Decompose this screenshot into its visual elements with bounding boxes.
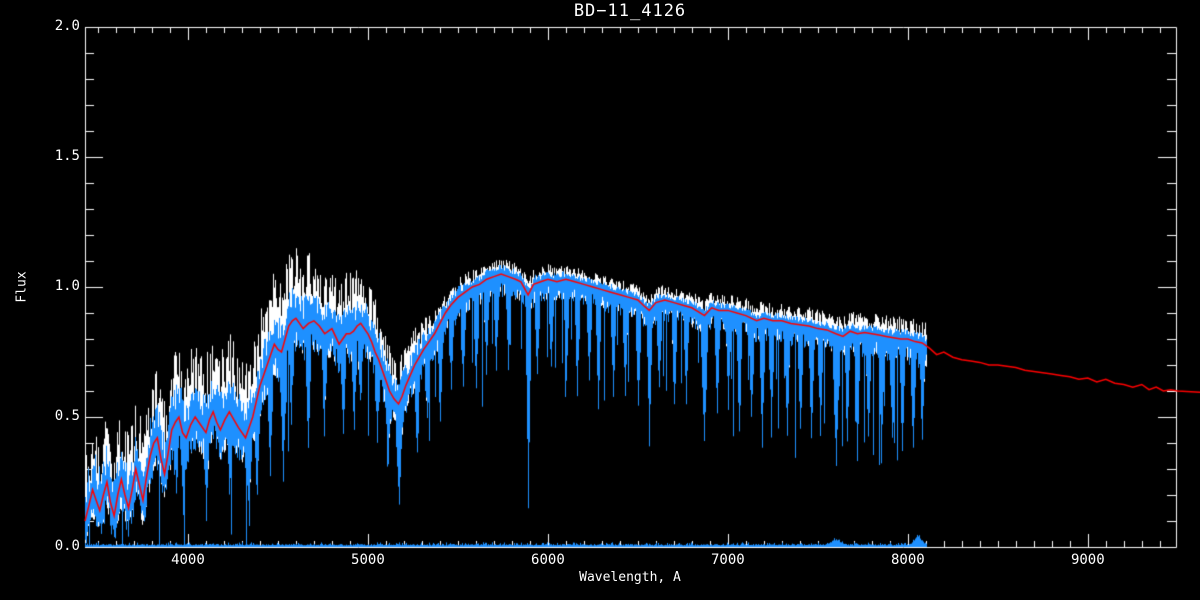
y-tick-label: 0.0 bbox=[54, 538, 80, 554]
x-tick-label: 4000 bbox=[171, 552, 205, 568]
y-tick-label: 0.5 bbox=[54, 408, 80, 424]
x-tick-label: 5000 bbox=[351, 552, 385, 568]
y-tick-label: 1.5 bbox=[54, 148, 80, 164]
spectrum-canvas bbox=[0, 0, 1200, 600]
x-tick-label: 8000 bbox=[890, 552, 925, 568]
y-tick-label: 1.0 bbox=[54, 278, 80, 294]
spectrum-plot-window: BD−11_4126 Wavelength, A Flux 4000 5000 60… bbox=[0, 0, 1200, 600]
x-tick-label: 7000 bbox=[711, 552, 745, 568]
x-tick-label: 6000 bbox=[531, 552, 565, 568]
plot-title: BD−11_4126 bbox=[573, 1, 687, 21]
x-axis-label: Wavelength, A bbox=[579, 570, 681, 585]
y-axis-label: Flux bbox=[14, 271, 30, 303]
x-tick-label: 9000 bbox=[1070, 552, 1105, 568]
y-tick-label: 2.0 bbox=[54, 18, 80, 34]
